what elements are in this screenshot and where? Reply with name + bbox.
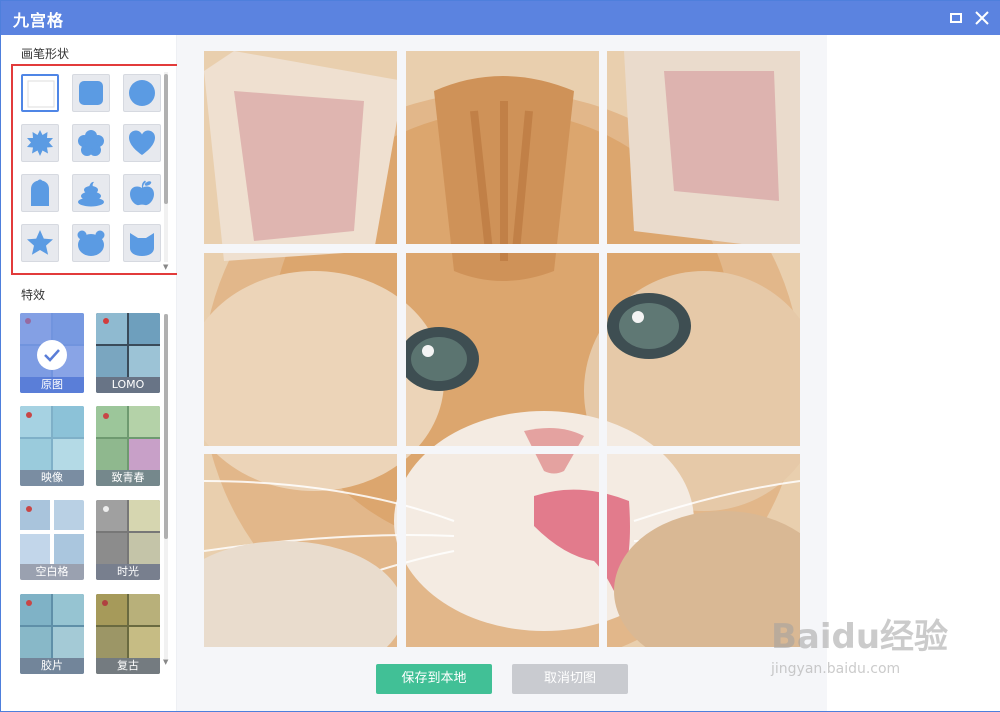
effect-retro[interactable]: 复古 — [96, 594, 160, 674]
effect-label: 时光 — [96, 564, 160, 580]
app-window: 九宫格 画笔形状 特效 ▼ 原图 LOMO 映像 致青春 空白格 时光 胶片 复… — [0, 0, 1000, 712]
grid-tile — [406, 51, 599, 244]
effect-label: LOMO — [96, 377, 160, 393]
shape-burst-button[interactable] — [21, 124, 59, 162]
effect-label: 映像 — [20, 470, 84, 486]
shape-heart-button[interactable] — [123, 124, 161, 162]
star-shape-icon — [27, 230, 53, 255]
effects-scrollbar[interactable] — [164, 314, 168, 659]
brush-shape-panel: ▼ — [11, 64, 185, 275]
effects-scroll-down-icon[interactable]: ▼ — [163, 658, 168, 666]
effect-film[interactable]: 胶片 — [20, 594, 84, 674]
rounded-square-shape-icon — [79, 81, 103, 105]
effect-reflection[interactable]: 映像 — [20, 406, 84, 486]
effect-lomo[interactable]: LOMO — [96, 313, 160, 393]
grid-tile — [204, 454, 397, 647]
grid-tile — [204, 253, 397, 446]
square-shape-icon — [27, 80, 55, 108]
effect-label: 空白格 — [20, 564, 84, 580]
effect-youth[interactable]: 致青春 — [96, 406, 160, 486]
effect-label: 致青春 — [96, 470, 160, 486]
watermark-url: jingyan.baidu.com — [771, 661, 901, 677]
circle-shape-icon — [129, 80, 155, 106]
close-icon[interactable] — [973, 9, 991, 27]
effect-label: 复古 — [96, 658, 160, 674]
heart-shape-icon — [129, 130, 155, 155]
shape-tombstone-button[interactable] — [21, 174, 59, 212]
burst-shape-icon — [27, 130, 53, 156]
tombstone-shape-icon — [31, 179, 49, 206]
preview-area: 保存到本地 取消切图 — [177, 35, 827, 711]
effects-scrollbar-thumb[interactable] — [164, 314, 168, 539]
cat-shape-icon — [130, 233, 154, 256]
shape-star-button[interactable] — [21, 224, 59, 262]
shape-cat-button[interactable] — [123, 224, 161, 262]
shape-scrollbar[interactable] — [164, 72, 168, 262]
shape-poop-button[interactable] — [72, 174, 110, 212]
shape-square-button[interactable] — [21, 74, 59, 112]
effect-original[interactable]: 原图 — [20, 313, 84, 393]
cancel-crop-button[interactable]: 取消切图 — [512, 664, 628, 694]
title-bar: 九宫格 — [1, 1, 1000, 35]
scroll-down-arrow-icon[interactable]: ▼ — [163, 263, 168, 271]
brush-shape-label: 画笔形状 — [21, 47, 70, 61]
baidu-watermark: Baidu经验 jingyan.baidu.com — [771, 609, 949, 677]
effects-label: 特效 — [21, 288, 46, 302]
maximize-icon[interactable] — [947, 9, 965, 27]
poop-shape-icon — [78, 181, 104, 207]
effect-label: 原图 — [20, 377, 84, 393]
bear-shape-icon — [77, 230, 105, 256]
window-title: 九宫格 — [13, 11, 65, 30]
grid-tile — [607, 253, 800, 446]
check-icon — [37, 340, 67, 370]
shape-apple-button[interactable] — [123, 174, 161, 212]
nine-grid-preview — [204, 51, 800, 647]
shape-rounded-square-button[interactable] — [72, 74, 110, 112]
effect-time[interactable]: 时光 — [96, 500, 160, 580]
shape-circle-button[interactable] — [123, 74, 161, 112]
effect-label: 胶片 — [20, 658, 84, 674]
grid-tile — [204, 51, 397, 244]
shape-flower-button[interactable] — [72, 124, 110, 162]
flower-shape-icon — [78, 130, 104, 156]
watermark-logo: Baidu经验 — [771, 617, 949, 657]
shape-bear-button[interactable] — [72, 224, 110, 262]
grid-tile — [406, 253, 599, 446]
grid-tile — [607, 51, 800, 244]
apple-shape-icon — [130, 180, 154, 206]
save-to-local-button[interactable]: 保存到本地 — [376, 664, 492, 694]
grid-tile — [406, 454, 599, 647]
shape-scrollbar-thumb[interactable] — [164, 74, 168, 204]
effect-blank-grid[interactable]: 空白格 — [20, 500, 84, 580]
